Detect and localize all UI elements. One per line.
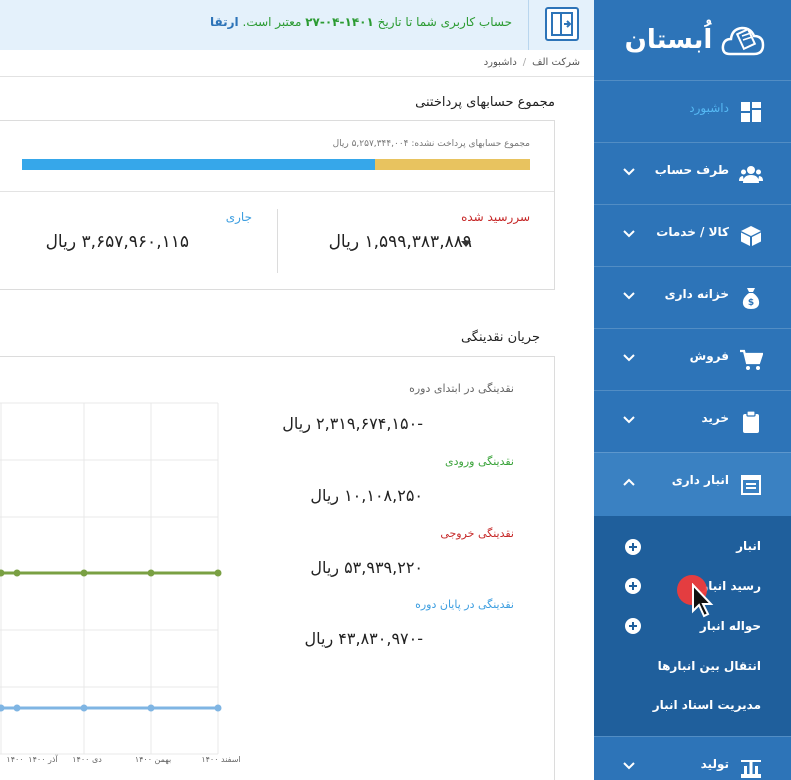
cashflow-card: ۱۴۰۰ آذر ۱۴۰۰ دی ۱۴۰۰ بهمن ۱۴۰۰ اسفند ۱۴۰۰ ن…: [0, 356, 555, 780]
chart-point: [0, 569, 5, 577]
chevron-down-icon: [623, 762, 635, 770]
warehouse-icon: [741, 475, 761, 495]
current-label: جاری: [225, 210, 252, 224]
subscription-message: حساب کاربری شما تا تاریخ ۱۴۰۱-۰۴-۲۷ معتب…: [210, 15, 512, 29]
chevron-up-icon: [623, 478, 635, 486]
chart-point: [147, 704, 155, 712]
overdue-label: سررسید شده: [461, 210, 530, 224]
sidebar-item-dashboard[interactable]: داشبورد: [594, 80, 791, 142]
money-bag-icon: $: [742, 288, 760, 309]
cashflow-start-label: نقدینگی در ابتدای دوره: [409, 382, 514, 395]
chart-point: [0, 704, 5, 712]
sidebar-item-label: خزانه داری: [664, 287, 729, 301]
chevron-down-icon: [623, 416, 635, 424]
payables-title: مجموع حسابهای پرداختنی: [415, 95, 555, 110]
chart-point: [80, 704, 88, 712]
sidebar-item-label: انبار داری: [671, 473, 729, 487]
clipboard-icon: [743, 410, 759, 433]
breadcrumb-divider: [0, 76, 594, 77]
cashflow-end-value: -۴۳,۸۳۰,۹۷۰ ریال: [304, 629, 423, 648]
cashflow-end-label: نقدینگی در پایان دوره: [415, 598, 514, 611]
sidebar-item-label: تولید: [700, 757, 729, 771]
sidebar-item-label: فروش: [689, 349, 729, 363]
cashflow-start-value: -۲,۳۱۹,۶۷۴,۱۵۰ ریال: [282, 414, 423, 433]
sidebar-item-goods[interactable]: کالا / خدمات: [594, 204, 791, 266]
breadcrumb-separator: /: [522, 57, 527, 68]
exit-panel-icon[interactable]: [545, 7, 579, 41]
submenu-item-documents[interactable]: مدیریت اسناد انبار: [653, 698, 761, 712]
upgrade-link[interactable]: ارتقا: [210, 15, 239, 29]
warehouse-submenu: انبار رسید انبار حواله انبار انتقال بین …: [594, 516, 791, 736]
chevron-down-icon: [623, 354, 635, 362]
banner-suffix: معتبر است.: [242, 15, 302, 29]
cashflow-title: جریان نقدینگی: [460, 330, 540, 345]
chart-tick-label: ۱۴۰۰: [6, 755, 23, 764]
logo-text: اُبستان: [624, 25, 713, 55]
chevron-down-icon: [623, 292, 635, 300]
current-value: ۳,۶۵۷,۹۶۰,۱۱۵ ریال: [45, 232, 189, 252]
unpaid-total-text: مجموع حسابهای پرداخت نشده: ۵,۲۵۷,۳۴۴,۰۰۴…: [332, 139, 530, 149]
banner-text: حساب کاربری شما تا تاریخ: [377, 15, 512, 29]
cashflow-out-label: نقدینگی خروجی: [440, 527, 514, 540]
submenu-item-warehouse-remittance[interactable]: حواله انبار: [700, 619, 761, 633]
dashboard-icon: [741, 102, 761, 122]
box-icon: [741, 226, 761, 246]
chart-tick-label: اسفند ۱۴۰۰: [201, 755, 240, 764]
cashflow-out-value: ۵۳,۹۳۹,۲۲۰ ریال: [310, 558, 423, 577]
expiry-date: ۱۴۰۱-۰۴-۲۷: [305, 15, 374, 29]
card-column-divider: [277, 209, 278, 273]
add-warehouse-plus-icon[interactable]: [625, 539, 641, 555]
chart-tick-label: آذر ۱۴۰۰: [28, 754, 58, 764]
chart-point: [214, 704, 222, 712]
chart-tick-label: بهمن ۱۴۰۰: [135, 755, 171, 764]
sidebar-item-label: طرف حساب: [654, 163, 729, 177]
chart-point: [147, 569, 155, 577]
sidebar-item-label: کالا / خدمات: [656, 225, 729, 239]
svg-text:$: $: [748, 298, 754, 308]
payables-progress-fill: [22, 159, 376, 170]
breadcrumb-company[interactable]: شرکت الف: [532, 57, 580, 68]
mouse-cursor-icon: [692, 583, 714, 618]
overdue-value: ۱,۵۹۹,۳۸۳,۸۸۹ ریال: [328, 232, 472, 252]
sidebar-item-warehouse[interactable]: انبار داری: [594, 452, 791, 516]
chevron-down-icon: [623, 168, 635, 176]
chart-point: [80, 569, 88, 577]
app-logo[interactable]: اُبستان: [594, 0, 791, 80]
cashflow-in-value: ۱۰,۱۰۸,۲۵۰ ریال: [310, 486, 423, 505]
breadcrumb: شرکت الف / داشبورد: [484, 57, 580, 68]
chart-point: [13, 569, 21, 577]
add-receipt-plus-icon[interactable]: [625, 578, 641, 594]
chevron-down-icon: [623, 230, 635, 238]
sidebar-item-counterparty[interactable]: طرف حساب: [594, 142, 791, 204]
payables-progress-bar: [22, 159, 530, 170]
sidebar: اُبستان داشبورد طرف حساب کالا / خدمات $ …: [594, 0, 791, 780]
sidebar-item-purchase[interactable]: خرید: [594, 390, 791, 452]
cashflow-chart: ۱۴۰۰ آذر ۱۴۰۰ دی ۱۴۰۰ بهمن ۱۴۰۰ اسفند ۱۴۰۰: [0, 402, 241, 764]
cloud-logo-icon: [721, 26, 765, 56]
caret-down-icon[interactable]: [461, 241, 471, 247]
cashflow-in-label: نقدینگی ورودی: [445, 455, 514, 468]
chart-point: [13, 704, 21, 712]
add-remittance-plus-icon[interactable]: [625, 618, 641, 634]
sidebar-item-label: خرید: [701, 411, 729, 425]
banner-divider: [528, 0, 529, 50]
submenu-item-transfer[interactable]: انتقال بین انبارها: [658, 659, 761, 673]
card-divider: [0, 191, 554, 192]
sidebar-item-treasury[interactable]: $ خزانه داری: [594, 266, 791, 328]
factory-icon: [741, 760, 761, 778]
submenu-item-warehouse[interactable]: انبار: [736, 539, 761, 553]
subscription-banner: حساب کاربری شما تا تاریخ ۱۴۰۱-۰۴-۲۷ معتب…: [0, 0, 594, 50]
chart-tick-label: دی ۱۴۰۰: [72, 755, 102, 764]
cart-icon: [740, 349, 763, 370]
users-icon: [739, 166, 763, 183]
breadcrumb-page: داشبورد: [483, 57, 517, 68]
chart-point: [214, 569, 222, 577]
payables-card: مجموع حسابهای پرداخت نشده: ۵,۲۵۷,۳۴۴,۰۰۴…: [0, 120, 555, 290]
sidebar-item-sales[interactable]: فروش: [594, 328, 791, 390]
sidebar-item-label: داشبورد: [689, 101, 729, 115]
sidebar-item-production[interactable]: تولید: [594, 736, 791, 780]
